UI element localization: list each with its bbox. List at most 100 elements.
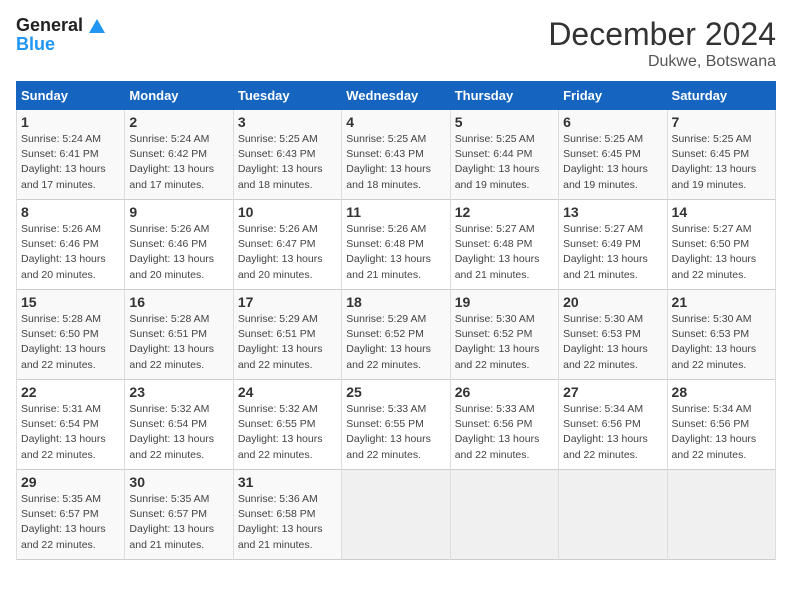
day-info: Sunrise: 5:25 AM Sunset: 6:43 PM Dayligh… [238,132,337,193]
day-info: Sunrise: 5:28 AM Sunset: 6:50 PM Dayligh… [21,312,120,373]
calendar-cell: 11 Sunrise: 5:26 AM Sunset: 6:48 PM Dayl… [342,200,450,290]
day-info: Sunrise: 5:32 AM Sunset: 6:54 PM Dayligh… [129,402,228,463]
day-info: Sunrise: 5:30 AM Sunset: 6:53 PM Dayligh… [563,312,662,373]
calendar-cell: 12 Sunrise: 5:27 AM Sunset: 6:48 PM Dayl… [450,200,558,290]
day-info: Sunrise: 5:34 AM Sunset: 6:56 PM Dayligh… [563,402,662,463]
day-info: Sunrise: 5:26 AM Sunset: 6:48 PM Dayligh… [346,222,445,283]
day-info: Sunrise: 5:24 AM Sunset: 6:41 PM Dayligh… [21,132,120,193]
calendar-cell: 2 Sunrise: 5:24 AM Sunset: 6:42 PM Dayli… [125,110,233,200]
location-title: Dukwe, Botswana [548,53,776,71]
day-number: 24 [238,384,337,400]
calendar-cell: 22 Sunrise: 5:31 AM Sunset: 6:54 PM Dayl… [17,380,125,470]
calendar-week-3: 15 Sunrise: 5:28 AM Sunset: 6:50 PM Dayl… [17,290,776,380]
day-info: Sunrise: 5:33 AM Sunset: 6:56 PM Dayligh… [455,402,554,463]
calendar-cell: 15 Sunrise: 5:28 AM Sunset: 6:50 PM Dayl… [17,290,125,380]
day-info: Sunrise: 5:26 AM Sunset: 6:47 PM Dayligh… [238,222,337,283]
day-info: Sunrise: 5:27 AM Sunset: 6:49 PM Dayligh… [563,222,662,283]
calendar-cell: 26 Sunrise: 5:33 AM Sunset: 6:56 PM Dayl… [450,380,558,470]
day-number: 6 [563,114,662,130]
day-number: 5 [455,114,554,130]
day-info: Sunrise: 5:34 AM Sunset: 6:56 PM Dayligh… [672,402,771,463]
calendar-cell [450,470,558,560]
day-info: Sunrise: 5:26 AM Sunset: 6:46 PM Dayligh… [21,222,120,283]
day-info: Sunrise: 5:25 AM Sunset: 6:44 PM Dayligh… [455,132,554,193]
calendar-cell [559,470,667,560]
calendar-cell: 8 Sunrise: 5:26 AM Sunset: 6:46 PM Dayli… [17,200,125,290]
calendar-cell: 17 Sunrise: 5:29 AM Sunset: 6:51 PM Dayl… [233,290,341,380]
day-number: 19 [455,294,554,310]
calendar-cell: 9 Sunrise: 5:26 AM Sunset: 6:46 PM Dayli… [125,200,233,290]
calendar-cell: 1 Sunrise: 5:24 AM Sunset: 6:41 PM Dayli… [17,110,125,200]
logo: General Blue [16,16,106,54]
calendar-week-4: 22 Sunrise: 5:31 AM Sunset: 6:54 PM Dayl… [17,380,776,470]
day-number: 18 [346,294,445,310]
day-number: 23 [129,384,228,400]
col-wednesday: Wednesday [342,82,450,110]
day-number: 21 [672,294,771,310]
day-info: Sunrise: 5:35 AM Sunset: 6:57 PM Dayligh… [21,492,120,553]
calendar-cell: 21 Sunrise: 5:30 AM Sunset: 6:53 PM Dayl… [667,290,775,380]
day-number: 29 [21,474,120,490]
calendar-cell: 25 Sunrise: 5:33 AM Sunset: 6:55 PM Dayl… [342,380,450,470]
day-info: Sunrise: 5:35 AM Sunset: 6:57 PM Dayligh… [129,492,228,553]
day-info: Sunrise: 5:32 AM Sunset: 6:55 PM Dayligh… [238,402,337,463]
day-number: 28 [672,384,771,400]
header: General Blue December 2024 Dukwe, Botswa… [16,16,776,71]
title-area: December 2024 Dukwe, Botswana [548,16,776,71]
day-info: Sunrise: 5:29 AM Sunset: 6:52 PM Dayligh… [346,312,445,373]
day-number: 9 [129,204,228,220]
col-monday: Monday [125,82,233,110]
day-number: 10 [238,204,337,220]
day-number: 1 [21,114,120,130]
day-info: Sunrise: 5:36 AM Sunset: 6:58 PM Dayligh… [238,492,337,553]
day-number: 22 [21,384,120,400]
day-number: 26 [455,384,554,400]
day-number: 27 [563,384,662,400]
day-info: Sunrise: 5:33 AM Sunset: 6:55 PM Dayligh… [346,402,445,463]
day-number: 3 [238,114,337,130]
day-number: 13 [563,204,662,220]
day-info: Sunrise: 5:27 AM Sunset: 6:48 PM Dayligh… [455,222,554,283]
calendar-week-2: 8 Sunrise: 5:26 AM Sunset: 6:46 PM Dayli… [17,200,776,290]
day-number: 8 [21,204,120,220]
calendar-cell: 19 Sunrise: 5:30 AM Sunset: 6:52 PM Dayl… [450,290,558,380]
calendar-cell: 27 Sunrise: 5:34 AM Sunset: 6:56 PM Dayl… [559,380,667,470]
calendar-cell [342,470,450,560]
day-number: 31 [238,474,337,490]
day-number: 15 [21,294,120,310]
col-sunday: Sunday [17,82,125,110]
calendar-cell: 6 Sunrise: 5:25 AM Sunset: 6:45 PM Dayli… [559,110,667,200]
day-info: Sunrise: 5:25 AM Sunset: 6:45 PM Dayligh… [672,132,771,193]
col-tuesday: Tuesday [233,82,341,110]
col-saturday: Saturday [667,82,775,110]
day-info: Sunrise: 5:31 AM Sunset: 6:54 PM Dayligh… [21,402,120,463]
day-number: 16 [129,294,228,310]
day-info: Sunrise: 5:25 AM Sunset: 6:43 PM Dayligh… [346,132,445,193]
day-info: Sunrise: 5:28 AM Sunset: 6:51 PM Dayligh… [129,312,228,373]
day-info: Sunrise: 5:26 AM Sunset: 6:46 PM Dayligh… [129,222,228,283]
day-number: 14 [672,204,771,220]
day-info: Sunrise: 5:30 AM Sunset: 6:53 PM Dayligh… [672,312,771,373]
day-number: 30 [129,474,228,490]
calendar-cell: 14 Sunrise: 5:27 AM Sunset: 6:50 PM Dayl… [667,200,775,290]
calendar-table: Sunday Monday Tuesday Wednesday Thursday… [16,81,776,560]
calendar-cell: 23 Sunrise: 5:32 AM Sunset: 6:54 PM Dayl… [125,380,233,470]
day-info: Sunrise: 5:24 AM Sunset: 6:42 PM Dayligh… [129,132,228,193]
calendar-cell: 5 Sunrise: 5:25 AM Sunset: 6:44 PM Dayli… [450,110,558,200]
calendar-cell: 31 Sunrise: 5:36 AM Sunset: 6:58 PM Dayl… [233,470,341,560]
calendar-cell: 10 Sunrise: 5:26 AM Sunset: 6:47 PM Dayl… [233,200,341,290]
header-row: Sunday Monday Tuesday Wednesday Thursday… [17,82,776,110]
calendar-cell: 13 Sunrise: 5:27 AM Sunset: 6:49 PM Dayl… [559,200,667,290]
calendar-cell: 24 Sunrise: 5:32 AM Sunset: 6:55 PM Dayl… [233,380,341,470]
day-number: 11 [346,204,445,220]
calendar-week-1: 1 Sunrise: 5:24 AM Sunset: 6:41 PM Dayli… [17,110,776,200]
calendar-cell: 28 Sunrise: 5:34 AM Sunset: 6:56 PM Dayl… [667,380,775,470]
day-info: Sunrise: 5:27 AM Sunset: 6:50 PM Dayligh… [672,222,771,283]
day-number: 7 [672,114,771,130]
calendar-cell: 16 Sunrise: 5:28 AM Sunset: 6:51 PM Dayl… [125,290,233,380]
day-number: 25 [346,384,445,400]
calendar-cell: 29 Sunrise: 5:35 AM Sunset: 6:57 PM Dayl… [17,470,125,560]
day-number: 17 [238,294,337,310]
calendar-cell: 3 Sunrise: 5:25 AM Sunset: 6:43 PM Dayli… [233,110,341,200]
day-number: 2 [129,114,228,130]
